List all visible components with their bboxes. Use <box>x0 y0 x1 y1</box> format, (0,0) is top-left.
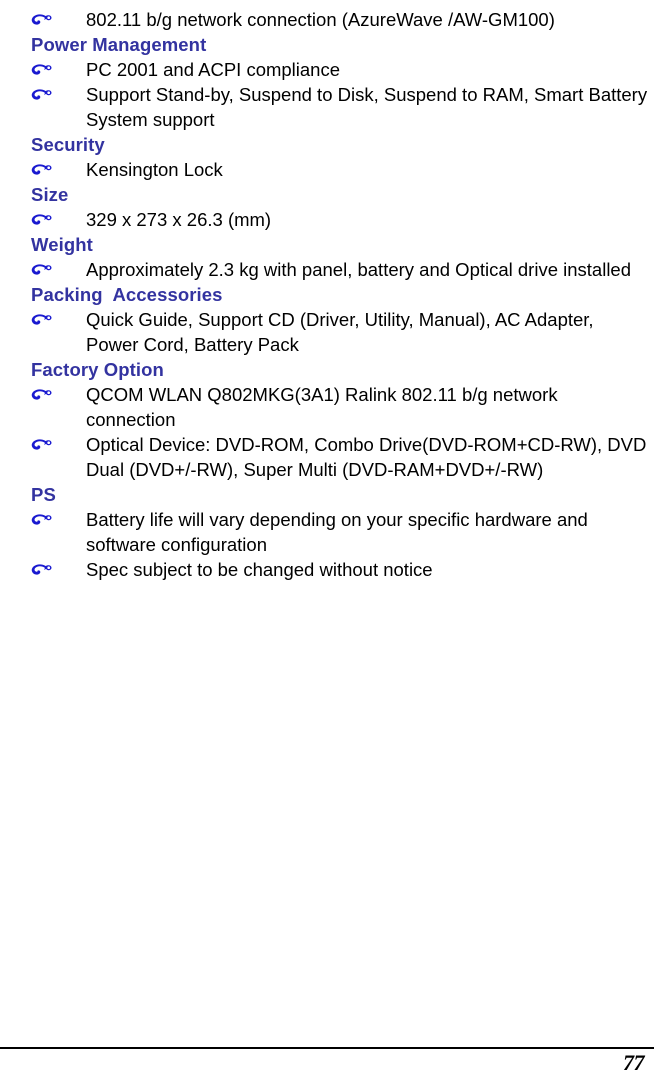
curly-loop-bullet-icon <box>31 557 86 577</box>
curly-loop-bullet-icon <box>31 7 86 27</box>
section-heading: Power Management <box>31 34 207 55</box>
curly-loop-bullet-icon <box>31 207 86 227</box>
bullet-list-item: QCOM WLAN Q802MKG(3A1) Ralink 802.11 b/g… <box>0 382 654 432</box>
bullet-list-item: Support Stand-by, Suspend to Disk, Suspe… <box>0 82 654 132</box>
bullet-list-item: 329 x 273 x 26.3 (mm) <box>0 207 654 232</box>
page-number: 77 <box>623 1050 645 1075</box>
bullet-item-text: 802.11 b/g network connection (AzureWave… <box>86 9 555 30</box>
bullet-item-text: Support Stand-by, Suspend to Disk, Suspe… <box>86 84 648 130</box>
bullet-item-text: PC 2001 and ACPI compliance <box>86 59 341 80</box>
bullet-list-item: Battery life will vary depending on your… <box>0 507 654 557</box>
curly-loop-bullet-icon <box>31 82 86 102</box>
bullet-item-text: QCOM WLAN Q802MKG(3A1) Ralink 802.11 b/g… <box>86 384 558 430</box>
curly-loop-bullet-icon <box>31 157 86 177</box>
curly-loop-bullet-icon <box>31 432 86 452</box>
page-footer: 77 <box>0 1047 654 1076</box>
curly-loop-bullet-icon <box>31 507 86 527</box>
bullet-list-item: Spec subject to be changed without notic… <box>0 557 654 582</box>
bullet-list-item: Approximately 2.3 kg with panel, battery… <box>0 257 654 282</box>
section-heading: Factory Option <box>31 359 164 380</box>
bullet-item-text: Quick Guide, Support CD (Driver, Utility… <box>86 309 594 355</box>
curly-loop-bullet-icon <box>31 307 86 327</box>
bullet-list-item: 802.11 b/g network connection (AzureWave… <box>0 7 654 32</box>
bullet-item-text: Spec subject to be changed without notic… <box>86 559 433 580</box>
specification-content: 802.11 b/g network connection (AzureWave… <box>0 0 654 582</box>
curly-loop-bullet-icon <box>31 382 86 402</box>
section-heading: Packing Accessories <box>31 284 223 305</box>
curly-loop-bullet-icon <box>31 57 86 77</box>
section-heading: Security <box>31 134 105 155</box>
bullet-item-text: Battery life will vary depending on your… <box>86 509 588 555</box>
bullet-item-text: Optical Device: DVD-ROM, Combo Drive(DVD… <box>86 434 647 480</box>
bullet-list-item: Optical Device: DVD-ROM, Combo Drive(DVD… <box>0 432 654 482</box>
curly-loop-bullet-icon <box>31 257 86 277</box>
document-page: 802.11 b/g network connection (AzureWave… <box>0 0 654 1076</box>
section-heading: Size <box>31 184 69 205</box>
bullet-list-item: Quick Guide, Support CD (Driver, Utility… <box>0 307 654 357</box>
bullet-item-text: 329 x 273 x 26.3 (mm) <box>86 209 272 230</box>
section-heading: Weight <box>31 234 93 255</box>
bullet-list-item: PC 2001 and ACPI compliance <box>0 57 654 82</box>
bullet-item-text: Approximately 2.3 kg with panel, battery… <box>86 259 632 280</box>
bullet-list-item: Kensington Lock <box>0 157 654 182</box>
bullet-item-text: Kensington Lock <box>86 159 223 180</box>
section-heading: PS <box>31 484 56 505</box>
